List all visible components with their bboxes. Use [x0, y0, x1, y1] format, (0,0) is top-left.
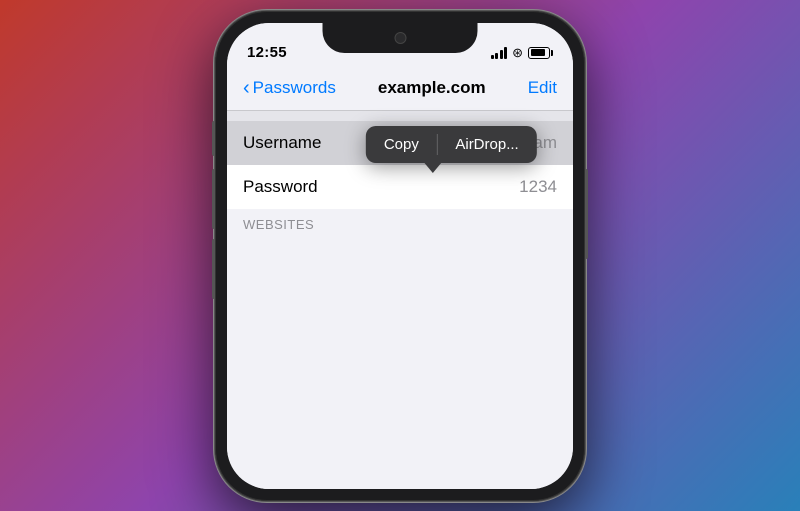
password-label: Password — [243, 177, 318, 197]
nav-bar: ‹ Passwords example.com Edit — [227, 67, 573, 111]
power-button[interactable] — [585, 169, 588, 259]
mute-button[interactable] — [212, 121, 215, 156]
status-time: 12:55 — [247, 44, 287, 61]
edit-button[interactable]: Edit — [528, 78, 557, 98]
context-menu: Copy AirDrop... — [366, 126, 537, 163]
volume-down-button[interactable] — [212, 239, 215, 299]
battery-icon — [528, 47, 553, 59]
airdrop-button[interactable]: AirDrop... — [437, 126, 536, 163]
username-label: Username — [243, 133, 321, 153]
separator — [227, 111, 573, 121]
websites-section-label: WEBSITES — [227, 209, 573, 236]
copy-button[interactable]: Copy — [366, 126, 437, 163]
credentials-section: Username shivam Copy AirDrop... Password… — [227, 121, 573, 209]
phone-screen: 12:55 ⊛ ‹ Pas — [227, 23, 573, 489]
content-area: Username shivam Copy AirDrop... Password… — [227, 121, 573, 489]
back-label: Passwords — [253, 78, 336, 98]
volume-up-button[interactable] — [212, 169, 215, 229]
status-icons: ⊛ — [491, 45, 553, 61]
signal-icon — [491, 47, 508, 59]
notch — [323, 23, 478, 53]
back-button[interactable]: ‹ Passwords — [243, 78, 336, 98]
menu-arrow — [423, 161, 443, 173]
page-title: example.com — [378, 78, 486, 98]
username-container: Username shivam Copy AirDrop... — [227, 121, 573, 165]
camera — [394, 32, 406, 44]
phone-frame: 12:55 ⊛ ‹ Pas — [215, 11, 585, 501]
password-value: 1234 — [519, 177, 557, 197]
chevron-left-icon: ‹ — [243, 78, 250, 98]
wifi-icon: ⊛ — [512, 45, 523, 61]
password-row[interactable]: Password 1234 — [227, 165, 573, 209]
